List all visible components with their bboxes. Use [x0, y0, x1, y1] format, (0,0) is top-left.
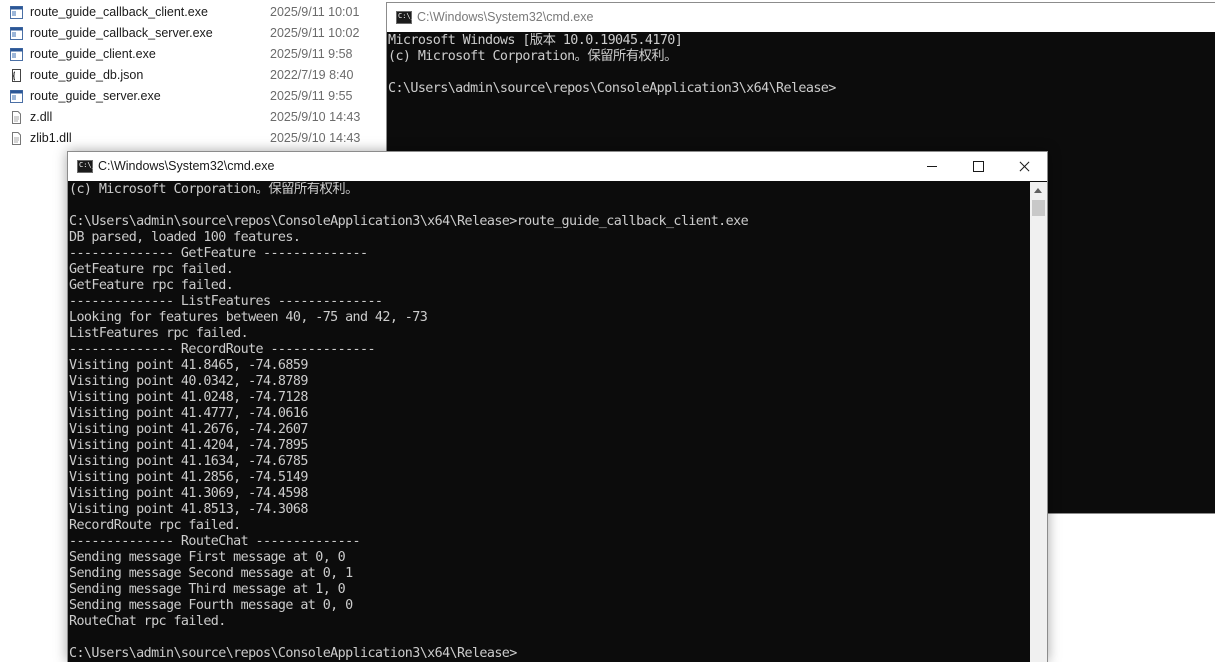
console-line: Visiting point 40.0342, -74.8789	[69, 374, 308, 389]
console-line: Visiting point 41.4777, -74.0616	[69, 406, 308, 421]
exe-file-icon	[10, 90, 23, 103]
minimize-button[interactable]	[909, 152, 955, 181]
exe-file-icon	[10, 6, 23, 19]
titlebar[interactable]: C:\Windows\System32\cmd.exe	[387, 3, 1215, 32]
console-line: Visiting point 41.0248, -74.7128	[69, 390, 308, 405]
cmd-window-foreground[interactable]: C:\Windows\System32\cmd.exe (c) Microsof…	[67, 151, 1048, 662]
console-line: -------------- GetFeature --------------	[69, 246, 368, 261]
console-line: Visiting point 41.8465, -74.6859	[69, 358, 308, 373]
window-title: C:\Windows\System32\cmd.exe	[417, 10, 594, 24]
titlebar[interactable]: C:\Windows\System32\cmd.exe	[68, 152, 1047, 181]
window-title: C:\Windows\System32\cmd.exe	[98, 159, 275, 173]
console-line: (c) Microsoft Corporation。保留所有权利。	[388, 49, 677, 64]
console-line: -------------- RecordRoute -------------…	[69, 342, 376, 357]
file-row[interactable]: route_guide_server.exe 2025/9/11 9:55	[0, 86, 386, 107]
console-line: DB parsed, loaded 100 features.	[69, 230, 301, 245]
console-line: C:\Users\admin\source\repos\ConsoleAppli…	[69, 646, 517, 661]
dll-file-icon	[12, 132, 21, 145]
console-line: Visiting point 41.2676, -74.2607	[69, 422, 308, 437]
console-line: GetFeature rpc failed.	[69, 262, 234, 277]
file-modified-date: 2025/9/11 9:58	[270, 47, 353, 61]
scroll-up-arrow-icon[interactable]	[1030, 182, 1047, 199]
console-line: Visiting point 41.4204, -74.7895	[69, 438, 308, 453]
exe-file-icon	[10, 48, 23, 61]
console-line: C:\Users\admin\source\repos\ConsoleAppli…	[388, 81, 836, 96]
console-line: (c) Microsoft Corporation。保留所有权利。	[69, 182, 358, 197]
file-modified-date: 2022/7/19 8:40	[270, 68, 354, 82]
console-line: Visiting point 41.8513, -74.3068	[69, 502, 308, 517]
console-line: Sending message Fourth message at 0, 0	[69, 598, 353, 613]
file-row[interactable]: route_guide_callback_client.exe 2025/9/11…	[0, 2, 386, 23]
console-line: RouteChat rpc failed.	[69, 614, 226, 629]
console-line: C:\Users\admin\source\repos\ConsoleAppli…	[69, 214, 749, 229]
file-row[interactable]: route_guide_db.json 2022/7/19 8:40	[0, 65, 386, 86]
vertical-scrollbar[interactable]	[1030, 182, 1047, 662]
console-line: Sending message First message at 0, 0	[69, 550, 346, 565]
file-row[interactable]: route_guide_client.exe 2025/9/11 9:58	[0, 44, 386, 65]
cmd-app-icon	[77, 160, 96, 173]
console-line: Visiting point 41.3069, -74.4598	[69, 486, 308, 501]
file-name: route_guide_callback_client.exe	[30, 5, 208, 19]
maximize-button[interactable]	[955, 152, 1001, 181]
exe-file-icon	[10, 27, 23, 40]
file-modified-date: 2025/9/11 10:01	[270, 5, 360, 19]
file-name: route_guide_server.exe	[30, 89, 161, 103]
dll-file-icon	[12, 111, 21, 124]
cmd-app-icon	[396, 11, 415, 24]
console-line: Sending message Third message at 1, 0	[69, 582, 346, 597]
file-modified-date: 2025/9/11 10:02	[270, 26, 360, 40]
console-line: Sending message Second message at 0, 1	[69, 566, 353, 581]
console-output[interactable]: (c) Microsoft Corporation。保留所有权利。 C:\Use…	[69, 182, 1029, 662]
console-line: GetFeature rpc failed.	[69, 278, 234, 293]
console-line: ListFeatures rpc failed.	[69, 326, 249, 341]
file-modified-date: 2025/9/11 9:55	[270, 89, 353, 103]
file-row[interactable]: z.dll 2025/9/10 14:43	[0, 107, 386, 128]
console-line: Looking for features between 40, -75 and…	[69, 310, 428, 325]
console-line: Visiting point 41.1634, -74.6785	[69, 454, 308, 469]
console-line: Visiting point 41.2856, -74.5149	[69, 470, 308, 485]
file-name: zlib1.dll	[30, 131, 72, 145]
console-line: Microsoft Windows [版本 10.0.19045.4170]	[388, 33, 683, 48]
console-line: -------------- ListFeatures ------------…	[69, 294, 383, 309]
file-row[interactable]: route_guide_callback_server.exe 2025/9/11…	[0, 23, 386, 44]
file-name: route_guide_callback_server.exe	[30, 26, 213, 40]
console-line: RecordRoute rpc failed.	[69, 518, 241, 533]
file-list: route_guide_callback_client.exe 2025/9/11…	[0, 0, 386, 152]
json-file-icon	[12, 69, 21, 82]
close-button[interactable]	[1001, 152, 1047, 181]
file-name: route_guide_db.json	[30, 68, 144, 82]
file-name: z.dll	[30, 110, 53, 124]
console-line: -------------- RouteChat --------------	[69, 534, 361, 549]
file-modified-date: 2025/9/10 14:43	[270, 131, 361, 145]
file-row[interactable]: zlib1.dll 2025/9/10 14:43	[0, 128, 386, 149]
file-name: route_guide_client.exe	[30, 47, 156, 61]
scroll-thumb[interactable]	[1032, 200, 1045, 216]
file-modified-date: 2025/9/10 14:43	[270, 110, 361, 124]
